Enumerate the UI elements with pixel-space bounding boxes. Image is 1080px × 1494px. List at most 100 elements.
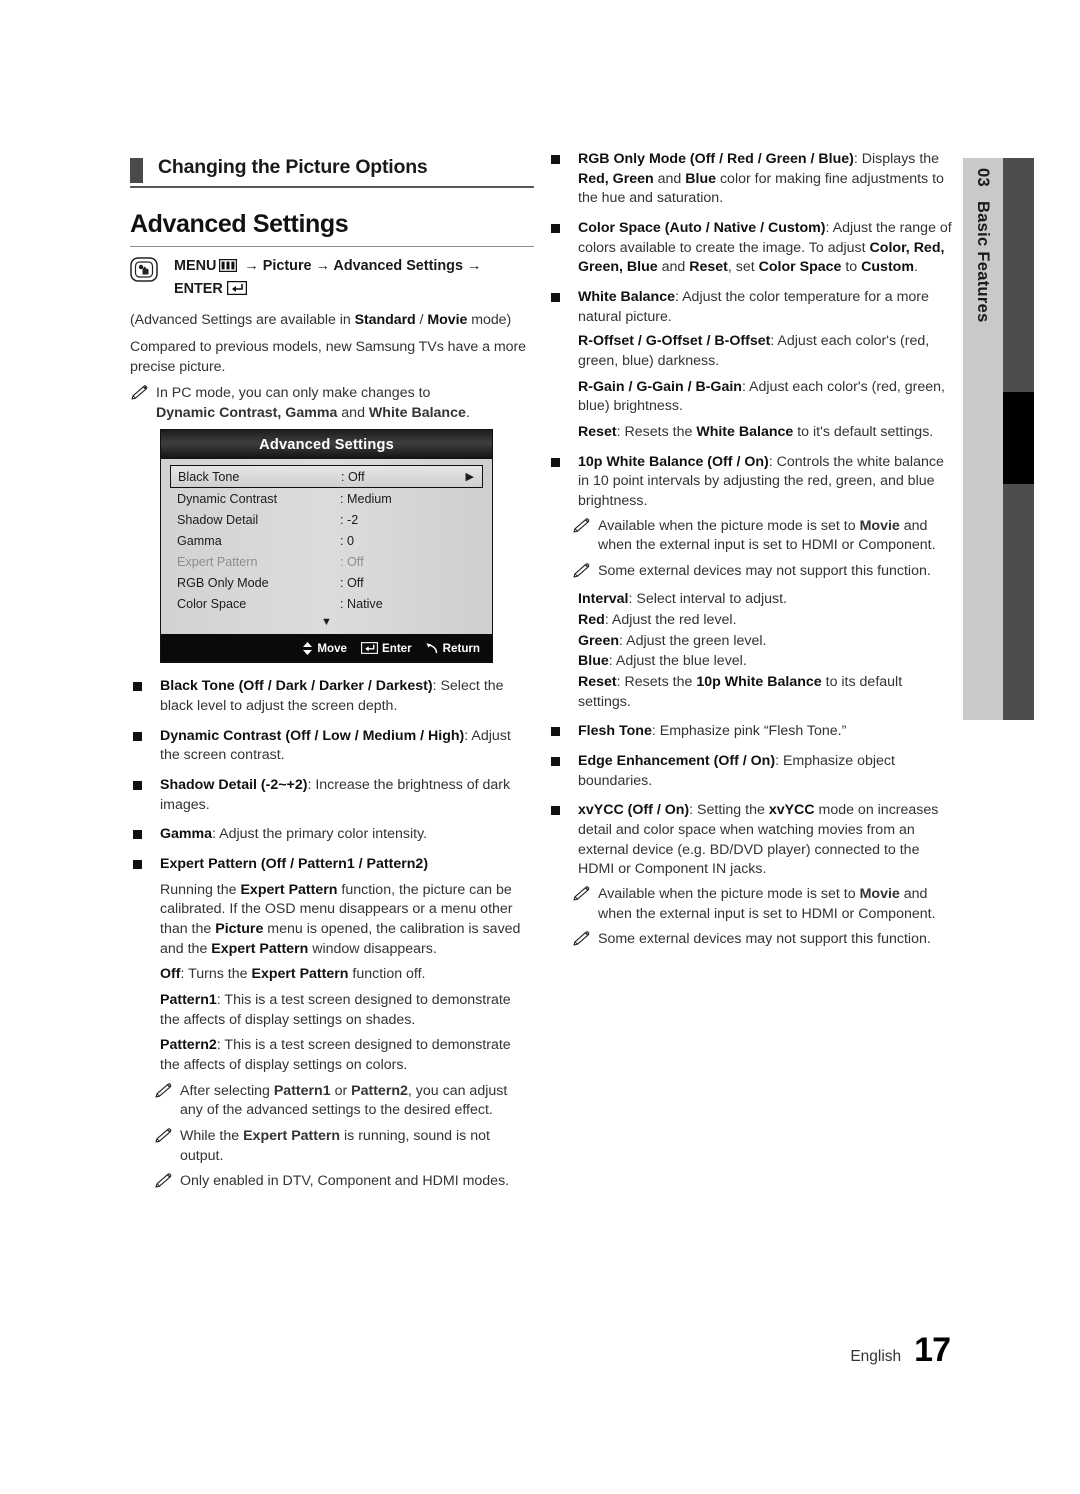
osd-row-value: : 0: [340, 533, 355, 548]
bullet-flesh-tone: Flesh Tone: Emphasize pink “Flesh Tone.”: [548, 722, 952, 742]
osd-scroll-down-icon[interactable]: ▼: [170, 614, 483, 632]
chapter-progress-active: [1003, 392, 1034, 484]
intro-paragraph-1: (Advanced Settings are available in Stan…: [130, 312, 512, 329]
osd-menu-mock: Advanced Settings Black Tone : Off ▶ Dyn…: [160, 429, 493, 664]
tp-reset-1: : Resets the: [616, 674, 697, 691]
wb-reset-1: : Resets the: [616, 423, 697, 440]
ep-off-2: Expert Pattern: [251, 966, 349, 983]
osd-row-value: : Off: [340, 575, 364, 590]
wb-reset-2: White Balance: [696, 423, 794, 440]
square-bullet-icon: [133, 682, 142, 692]
bullet-title: Flesh Tone: [578, 723, 652, 740]
osd-row-black-tone[interactable]: Black Tone : Off ▶: [170, 465, 483, 489]
white-balance-reset: Reset: Resets the White Balance to it's …: [578, 423, 952, 443]
note-expert-pattern-sound: While the Expert Pattern is running, sou…: [154, 1127, 534, 1166]
menu-path-advanced-label: Advanced Settings: [333, 258, 463, 275]
note-text: Only enabled in DTV, Component and HDMI …: [180, 1173, 510, 1190]
bullet-10p-white-balance: 10p White Balance (Off / On): Controls t…: [548, 453, 952, 512]
osd-row-value: : Native: [340, 596, 383, 611]
footer-page-number: 17: [914, 1331, 951, 1369]
white-balance-offset: R-Offset / G-Offset / B-Offset: Adjust e…: [578, 332, 952, 371]
tp-interval-body: : Select interval to adjust.: [628, 591, 787, 608]
return-arrow-icon: [426, 643, 437, 654]
rgb-body-2: Red, Green: [578, 170, 654, 187]
osd-row-dynamic-contrast[interactable]: Dynamic Contrast : Medium: [170, 488, 483, 509]
note-text-2: Pattern1: [273, 1082, 331, 1099]
wb-offset-label: R-Offset / G-Offset / B-Offset: [578, 333, 771, 350]
note-text-2: Expert Pattern: [243, 1127, 341, 1144]
square-bullet-icon: [551, 223, 560, 233]
intro-paragraph-2: Compared to previous models, new Samsung…: [130, 338, 526, 375]
10p-red: Red: Adjust the red level.: [578, 611, 952, 631]
tp-reset-label: Reset: [578, 674, 617, 691]
pencil-note-icon: [572, 563, 591, 579]
note-after-selecting-pattern: After selecting Pattern1 or Pattern2, yo…: [154, 1082, 534, 1121]
osd-row-label: Color Space: [177, 596, 247, 611]
ep-off-1: : Turns the: [180, 966, 252, 983]
square-bullet-icon: [551, 155, 560, 164]
expert-pattern-off: Off: Turns the Expert Pattern function o…: [160, 965, 534, 985]
osd-row-expert-pattern: Expert Pattern : Off: [170, 551, 483, 572]
tp-green-label: Green: [578, 632, 620, 649]
enter-key-icon: [223, 280, 247, 301]
osd-row-shadow-detail[interactable]: Shadow Detail : -2: [170, 509, 483, 530]
remote-button-icon: [130, 257, 158, 283]
osd-row-color-space[interactable]: Color Space : Native: [170, 593, 483, 614]
rgb-body-1: : Displays the: [853, 151, 940, 167]
bullet-title: RGB Only Mode (Off / Red / Green / Blue): [578, 151, 854, 167]
pencil-note-icon: [572, 886, 591, 902]
square-bullet-icon: [551, 806, 560, 816]
menu-path-arrow-2: →: [315, 258, 330, 275]
chapter-tab: 03 Basic Features: [963, 158, 1003, 720]
note-text-4: Pattern2: [351, 1082, 408, 1099]
note-text-1: After selecting: [180, 1082, 274, 1099]
chapter-name: Basic Features: [974, 200, 993, 323]
osd-row-gamma[interactable]: Gamma : 0: [170, 530, 483, 551]
bullet-black-tone: Black Tone (Off / Dark / Darker / Darkes…: [130, 677, 534, 716]
bullet-gamma: Gamma: Adjust the primary color intensit…: [130, 825, 534, 845]
10p-interval: Interval: Select interval to adjust.: [578, 590, 952, 610]
note-text-1: Available when the picture mode is set t…: [598, 886, 860, 902]
note-text: Some external devices may not support th…: [598, 562, 931, 579]
pencil-note-icon: [572, 517, 591, 534]
square-bullet-icon: [133, 781, 142, 791]
bullet-title: Expert Pattern (Off / Pattern1 / Pattern…: [160, 856, 429, 873]
ep-text-7: window disappears.: [308, 940, 437, 957]
tp-interval-label: Interval: [578, 591, 629, 608]
pencil-note-icon: [154, 1083, 173, 1099]
bullet-edge-enhancement: Edge Enhancement (Off / On): Emphasize o…: [548, 752, 952, 791]
chevron-right-icon: ▶: [465, 471, 474, 484]
bullet-title: Black Tone (Off / Dark / Darker / Darkes…: [160, 678, 433, 695]
10p-blue: Blue: Adjust the blue level.: [578, 652, 952, 672]
square-bullet-icon: [551, 457, 560, 467]
menu-path: MENU → Picture → Advanced Settings → ENT…: [130, 256, 534, 301]
page-title-divider: [130, 246, 534, 248]
expert-pattern-pattern1: Pattern1: This is a test screen designed…: [160, 991, 534, 1030]
bullet-title: Edge Enhancement (Off / On): [578, 753, 776, 770]
menu-path-arrow-3: →: [466, 258, 482, 275]
osd-row-label: RGB Only Mode: [177, 575, 269, 590]
up-down-arrow-icon: [303, 641, 313, 655]
expert-pattern-paragraph: Running the Expert Pattern function, the…: [160, 881, 534, 960]
square-bullet-icon: [133, 830, 142, 840]
osd-footer-move-label: Move: [317, 641, 347, 655]
bullet-title: Gamma: [160, 826, 213, 843]
ft-body: : Emphasize pink “Flesh Tone.”: [651, 723, 847, 740]
bullet-shadow-detail: Shadow Detail (-2~+2): Increase the brig…: [130, 776, 534, 815]
note-pc-mode: In PC mode, you can only make changes to…: [130, 384, 534, 423]
ep-text-4: Picture: [215, 921, 264, 938]
tp-blue-label: Blue: [578, 653, 609, 670]
tp-red-body: : Adjust the red level.: [604, 612, 737, 629]
cs-body-8: Custom: [861, 259, 914, 276]
menu-path-arrow-1: →: [244, 258, 259, 275]
osd-row-rgb-only-mode[interactable]: RGB Only Mode : Off: [170, 572, 483, 593]
cs-body-9: .: [913, 259, 918, 276]
bullet-rgb-only-mode: RGB Only Mode (Off / Red / Green / Blue)…: [548, 150, 952, 209]
osd-footer: Move Enter Return: [161, 634, 492, 663]
left-column: Changing the Picture Options Advanced Se…: [130, 150, 534, 1198]
section-title: Changing the Picture Options: [158, 156, 428, 178]
xv-body-1: : Setting the: [689, 802, 769, 819]
note-only-enabled-modes: Only enabled in DTV, Component and HDMI …: [154, 1172, 534, 1192]
menu-path-enter-label: ENTER: [174, 280, 223, 297]
bullet-expert-pattern: Expert Pattern (Off / Pattern1 / Pattern…: [130, 855, 534, 875]
